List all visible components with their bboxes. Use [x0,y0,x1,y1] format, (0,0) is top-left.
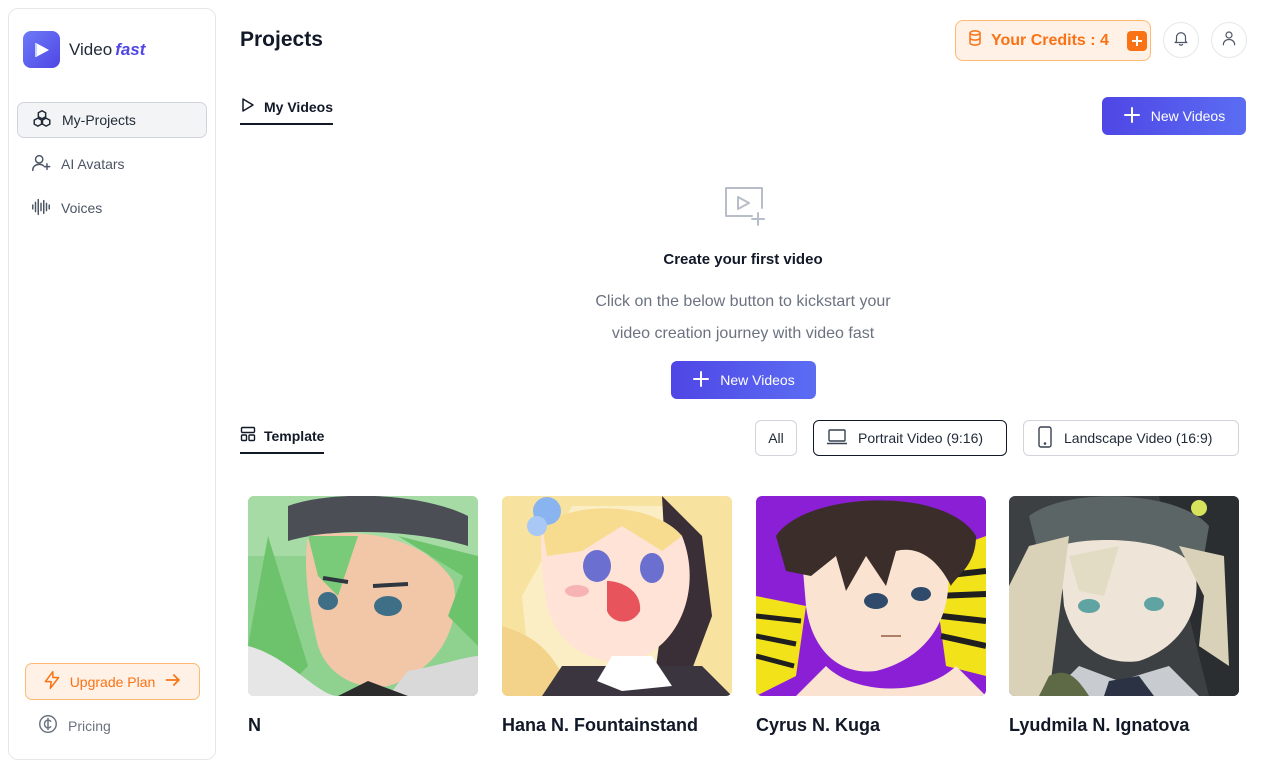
sidebar-item-label: My-Projects [62,112,136,128]
cubes-icon [31,108,53,133]
empty-new-videos-button[interactable]: New Videos [671,361,816,399]
brand-name-text: Video [69,39,113,59]
upgrade-plan-label: Upgrade Plan [69,673,156,690]
avatar-thumbnail [248,496,478,696]
page-title: Projects [240,28,323,51]
empty-state-line-1: Click on the below button to kickstart y… [595,293,891,310]
tab-my-videos-label: My Videos [264,98,333,115]
empty-state-title: Create your first video [663,251,823,268]
sidebar-item-label: AI Avatars [61,156,125,172]
coins-icon [965,28,985,53]
new-videos-button[interactable]: New Videos [1102,97,1246,135]
avatar-thumbnail [1009,496,1239,696]
empty-new-videos-label: New Videos [720,372,795,388]
pricing-link[interactable]: Pricing [37,713,111,738]
play-logo-icon [23,31,60,68]
currency-icon [37,713,59,738]
layout-grid-icon [240,426,256,445]
play-outline-icon [240,97,256,116]
template-card[interactable]: Hana N. Fountainstand [502,496,732,736]
filter-portrait-label: Portrait Video (9:16) [858,430,984,446]
credits-label: Your Credits : 4 [991,31,1109,49]
lightning-icon [42,670,62,693]
template-card[interactable]: N [248,496,478,736]
credits-button[interactable]: Your Credits : 4 [955,20,1151,61]
sidebar-item-my-projects[interactable]: My-Projects [17,102,207,138]
tab-template-label: Template [264,427,325,444]
template-card-name: Hana N. Fountainstand [502,715,699,735]
user-plus-icon [30,152,52,177]
template-card[interactable]: Lyudmila N. Ignatova [1009,496,1239,736]
brand-logo-link[interactable]: Video fast [23,31,145,68]
avatar-thumbnail [756,496,986,696]
laptop-icon [826,428,848,449]
audio-wave-icon [30,196,52,221]
arrow-right-icon [163,670,183,693]
sidebar-item-label: Voices [61,200,103,216]
pricing-label: Pricing [68,717,111,734]
sidebar-item-voices[interactable]: Voices [17,190,207,226]
new-videos-label: New Videos [1150,108,1226,124]
filter-landscape-label: Landscape Video (16:9) [1064,430,1213,446]
template-card[interactable]: Cyrus N. Kuga [756,496,986,736]
video-add-icon [722,186,766,233]
template-card-name: Lyudmila N. Ignatova [1009,715,1190,735]
sidebar-item-ai-avatars[interactable]: AI Avatars [17,146,207,182]
sidebar-nav: My-Projects AI Avatars Voices [17,102,207,234]
notifications-button[interactable] [1163,22,1199,58]
brand-name: Video fast [69,40,145,60]
upgrade-plan-button[interactable]: Upgrade Plan [25,663,200,700]
tab-my-videos[interactable]: My Videos [240,97,333,125]
filter-all[interactable]: All [755,420,797,456]
filter-all-label: All [768,430,784,446]
plus-icon [692,370,710,391]
sidebar: Video fast My-Projects AI Avatars Voices… [8,8,216,760]
bell-icon [1172,29,1190,52]
phone-icon [1036,425,1054,451]
empty-state-line-2: video creation journey with video fast [611,325,875,342]
filter-landscape[interactable]: Landscape Video (16:9) [1023,420,1239,456]
filter-portrait[interactable]: Portrait Video (9:16) [813,420,1007,456]
template-card-name: N [248,715,261,735]
tab-template[interactable]: Template [240,426,325,454]
add-credits-icon[interactable] [1126,30,1147,51]
plus-icon [1123,106,1141,127]
user-menu-button[interactable] [1211,22,1247,58]
template-card-name: Cyrus N. Kuga [756,715,881,735]
empty-state-description: Click on the below button to kickstart y… [540,286,946,350]
user-icon [1220,29,1238,52]
brand-suffix-text: fast [115,39,146,59]
avatar-thumbnail [502,496,732,696]
